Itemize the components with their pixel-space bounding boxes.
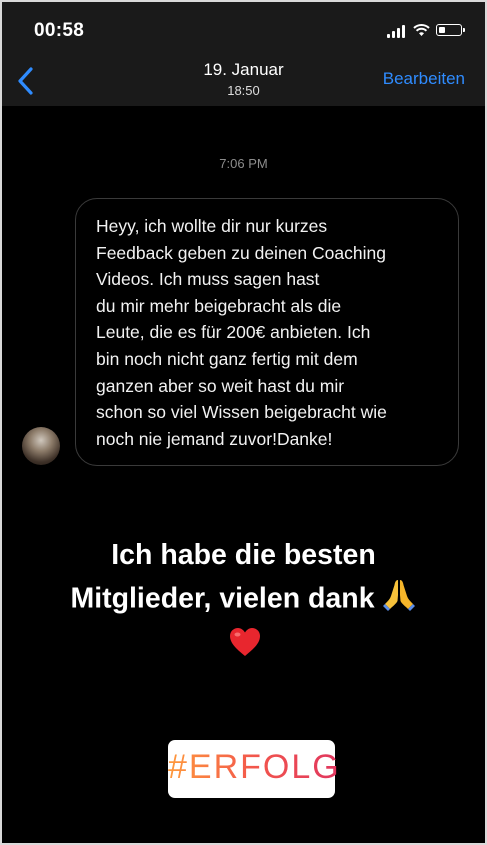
battery-icon (436, 24, 465, 36)
story-caption: Ich habe die besten Mitglieder, vielen d… (0, 534, 487, 624)
cellular-signal-icon (387, 24, 407, 38)
message-timestamp: 7:06 PM (219, 156, 268, 171)
status-time: 00:58 (34, 20, 85, 41)
wifi-icon (413, 24, 430, 36)
status-bar: 00:58 (0, 0, 487, 56)
message-text: Heyy, ich wollte dir nur kurzes Feedback… (96, 216, 387, 449)
avatar[interactable] (22, 427, 60, 465)
folded-hands-emoji (381, 576, 417, 624)
hashtag-text: #ERFOLG (168, 748, 341, 786)
edit-button[interactable]: Bearbeiten (383, 69, 465, 89)
red-heart-emoji (230, 628, 260, 656)
battery-level (439, 27, 445, 33)
caption-text: Ich habe die besten Mitglieder, vielen d… (70, 539, 376, 615)
nav-bar: 19. Januar 18:50 Bearbeiten (0, 56, 487, 106)
hashtag-sticker[interactable]: #ERFOLG (168, 740, 339, 798)
message-bubble[interactable]: Heyy, ich wollte dir nur kurzes Feedback… (75, 198, 459, 466)
